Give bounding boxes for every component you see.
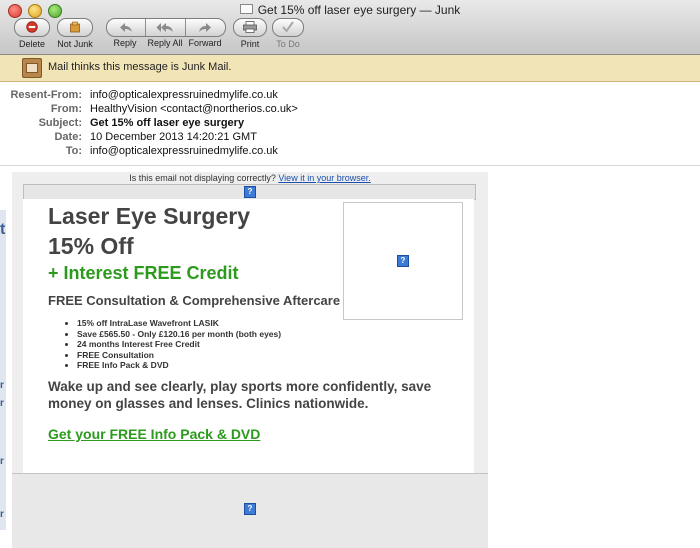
forward-button[interactable]: Forward bbox=[185, 38, 225, 48]
window-toolbar: Get 15% off laser eye surgery — Junk Del… bbox=[0, 0, 700, 55]
info-pack-link[interactable]: Get your FREE Info Pack & DVD bbox=[48, 426, 260, 442]
display-notice-text: Is this email not displaying correctly? bbox=[129, 173, 276, 183]
print-label: Print bbox=[240, 39, 260, 49]
resent-from-label: Resent-From: bbox=[10, 89, 82, 101]
date-label: Date: bbox=[54, 131, 82, 143]
headline-discount: 15% Off bbox=[48, 233, 134, 259]
junk-bag-icon bbox=[70, 21, 80, 33]
peek-glyph: r bbox=[0, 380, 4, 391]
from-value[interactable]: HealthyVision <contact@northerios.co.uk> bbox=[90, 103, 298, 115]
delete-label: Delete bbox=[18, 39, 45, 49]
reply-segmented-control bbox=[106, 18, 226, 37]
todo-label: To Do bbox=[276, 39, 300, 49]
list-item: FREE Info Pack & DVD bbox=[77, 360, 281, 371]
peek-glyph: r bbox=[0, 398, 4, 409]
broken-image-icon: ? bbox=[397, 255, 409, 267]
to-value[interactable]: info@opticalexpressruinedmylife.co.uk bbox=[90, 145, 278, 157]
forward-icon[interactable] bbox=[198, 22, 212, 33]
from-label: From: bbox=[50, 103, 82, 115]
reply-icon[interactable] bbox=[119, 22, 133, 33]
date-value: 10 December 2013 14:20:21 GMT bbox=[90, 131, 257, 143]
list-item: Save £565.50 - Only £120.16 per month (b… bbox=[77, 329, 281, 340]
headline-laser-eye-surgery: Laser Eye Surgery bbox=[48, 203, 251, 229]
view-in-browser-link[interactable]: View it in your browser. bbox=[278, 173, 370, 183]
subject-label: Subject: bbox=[38, 117, 82, 129]
checkmark-icon bbox=[282, 21, 294, 33]
list-item: 15% off IntraLase Wavefront LASIK bbox=[77, 318, 281, 329]
broken-image-icon: ? bbox=[244, 503, 256, 515]
subject-value: Get 15% off laser eye surgery bbox=[90, 117, 245, 129]
broken-image-icon: ? bbox=[244, 186, 256, 198]
peek-glyph: r bbox=[0, 509, 4, 520]
list-item: FREE Consultation bbox=[77, 350, 281, 361]
promo-paragraph: Wake up and see clearly, play sports mor… bbox=[48, 379, 432, 411]
subheading-consultation: FREE Consultation & Comprehensive Afterc… bbox=[48, 293, 341, 308]
message-header: Resent-From: info@opticalexpressruinedmy… bbox=[0, 85, 700, 166]
envelope-icon bbox=[239, 4, 253, 14]
resent-from-value[interactable]: info@opticalexpressruinedmylife.co.uk bbox=[90, 89, 278, 101]
reply-all-button[interactable]: Reply All bbox=[145, 38, 185, 48]
printer-icon bbox=[243, 21, 257, 33]
peek-glyph: t bbox=[0, 221, 6, 238]
reply-all-icon[interactable] bbox=[156, 22, 174, 33]
delete-button[interactable]: Delete bbox=[14, 18, 50, 49]
not-junk-button[interactable]: Not Junk bbox=[55, 18, 95, 49]
background-window-peek bbox=[0, 210, 6, 530]
headline-interest-free-credit: + Interest FREE Credit bbox=[48, 263, 239, 283]
offer-list: 15% off IntraLase Wavefront LASIK Save £… bbox=[62, 318, 281, 371]
delete-icon bbox=[26, 21, 38, 33]
display-notice: Is this email not displaying correctly? … bbox=[12, 173, 488, 183]
junk-mail-banner: Mail thinks this message is Junk Mail. bbox=[0, 55, 700, 82]
not-junk-label: Not Junk bbox=[57, 39, 93, 49]
to-label: To: bbox=[65, 145, 82, 157]
window-title: Get 15% off laser eye surgery — Junk bbox=[0, 3, 700, 17]
list-item: 24 months Interest Free Credit bbox=[77, 339, 281, 350]
print-button[interactable]: Print bbox=[233, 18, 267, 49]
reply-button[interactable]: Reply bbox=[106, 38, 144, 48]
junk-banner-text: Mail thinks this message is Junk Mail. bbox=[48, 61, 232, 73]
junk-mail-icon bbox=[22, 58, 42, 78]
todo-button[interactable]: To Do bbox=[272, 18, 304, 49]
peek-glyph: r bbox=[0, 456, 4, 467]
